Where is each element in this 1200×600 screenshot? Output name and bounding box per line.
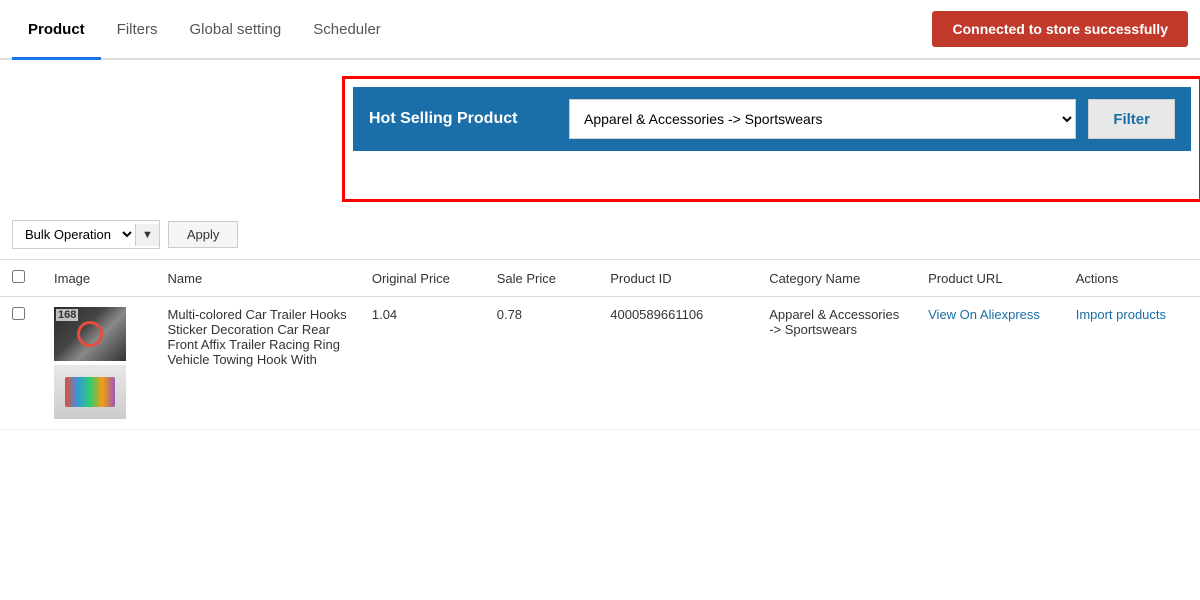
product-images: 168 — [54, 307, 144, 419]
apply-button[interactable]: Apply — [168, 221, 239, 248]
col-header-check — [0, 260, 42, 297]
tab-filters-label: Filters — [117, 21, 158, 38]
table-header-row: Image Name Original Price Sale Price Pro… — [0, 260, 1200, 297]
category-select[interactable]: Apparel & Accessories -> Sportswears Ele… — [569, 99, 1076, 139]
product-table: Image Name Original Price Sale Price Pro… — [0, 259, 1200, 430]
row-product-url-cell: View On Aliexpress — [916, 297, 1064, 430]
col-header-category-name: Category Name — [757, 260, 916, 297]
row-checkbox[interactable] — [12, 307, 25, 320]
product-name: Multi-colored Car Trailer Hooks Sticker … — [168, 307, 347, 367]
filter-section-wrapper: Hot Selling Product Apparel & Accessorie… — [0, 60, 1200, 210]
col-header-original-price: Original Price — [360, 260, 485, 297]
bulk-operation-row: Bulk Operation ▼ Apply — [0, 210, 1200, 259]
tab-global-setting[interactable]: Global setting — [174, 2, 298, 60]
bulk-dropdown-arrow-icon[interactable]: ▼ — [135, 224, 159, 246]
select-all-checkbox[interactable] — [12, 270, 25, 283]
row-checkbox-cell — [0, 297, 42, 430]
product-id: 4000589661106 — [610, 307, 703, 322]
col-header-actions: Actions — [1064, 260, 1200, 297]
filter-box-outer: Hot Selling Product Apparel & Accessorie… — [342, 76, 1200, 202]
row-name-cell: Multi-colored Car Trailer Hooks Sticker … — [156, 297, 360, 430]
col-header-name: Name — [156, 260, 360, 297]
tab-product-label: Product — [28, 21, 85, 38]
row-category-cell: Apparel & Accessories -> Sportswears — [757, 297, 916, 430]
category-name: Apparel & Accessories -> Sportswears — [769, 307, 899, 337]
tab-product[interactable]: Product — [12, 2, 101, 60]
product-image-1: 168 — [54, 307, 126, 361]
row-product-id-cell: 4000589661106 — [598, 297, 757, 430]
import-products-link[interactable]: Import products — [1076, 307, 1166, 322]
col-header-product-url: Product URL — [916, 260, 1064, 297]
nav-tabs: Product Filters Global setting Scheduler — [12, 0, 397, 58]
image-badge: 168 — [56, 309, 78, 321]
connected-badge-text: Connected to store successfully — [952, 21, 1168, 37]
col-header-product-id: Product ID — [598, 260, 757, 297]
filter-row: Hot Selling Product Apparel & Accessorie… — [353, 87, 1191, 151]
row-original-price-cell: 1.04 — [360, 297, 485, 430]
row-image-cell: 168 — [42, 297, 156, 430]
connected-badge: Connected to store successfully — [932, 11, 1188, 47]
table-row: 168 Multi-colored Car Trailer Hooks Stic… — [0, 297, 1200, 430]
col-header-image: Image — [42, 260, 156, 297]
sale-price: 0.78 — [497, 307, 522, 322]
tab-filters[interactable]: Filters — [101, 2, 174, 60]
filter-empty-space — [353, 151, 1191, 191]
row-sale-price-cell: 0.78 — [485, 297, 599, 430]
view-on-aliexpress-link[interactable]: View On Aliexpress — [928, 307, 1040, 322]
tab-scheduler-label: Scheduler — [313, 21, 381, 38]
original-price: 1.04 — [372, 307, 397, 322]
tab-scheduler[interactable]: Scheduler — [297, 2, 397, 60]
col-header-sale-price: Sale Price — [485, 260, 599, 297]
filter-button-label: Filter — [1113, 111, 1150, 128]
bulk-operation-wrapper[interactable]: Bulk Operation ▼ — [12, 220, 160, 249]
top-navigation: Product Filters Global setting Scheduler… — [0, 0, 1200, 60]
tab-global-setting-label: Global setting — [190, 21, 282, 38]
product-image-2 — [54, 365, 126, 419]
hot-selling-label: Hot Selling Product — [369, 110, 569, 128]
filter-button[interactable]: Filter — [1088, 99, 1175, 139]
bulk-operation-select[interactable]: Bulk Operation — [13, 221, 135, 248]
apply-button-label: Apply — [187, 227, 220, 242]
row-actions-cell: Import products — [1064, 297, 1200, 430]
